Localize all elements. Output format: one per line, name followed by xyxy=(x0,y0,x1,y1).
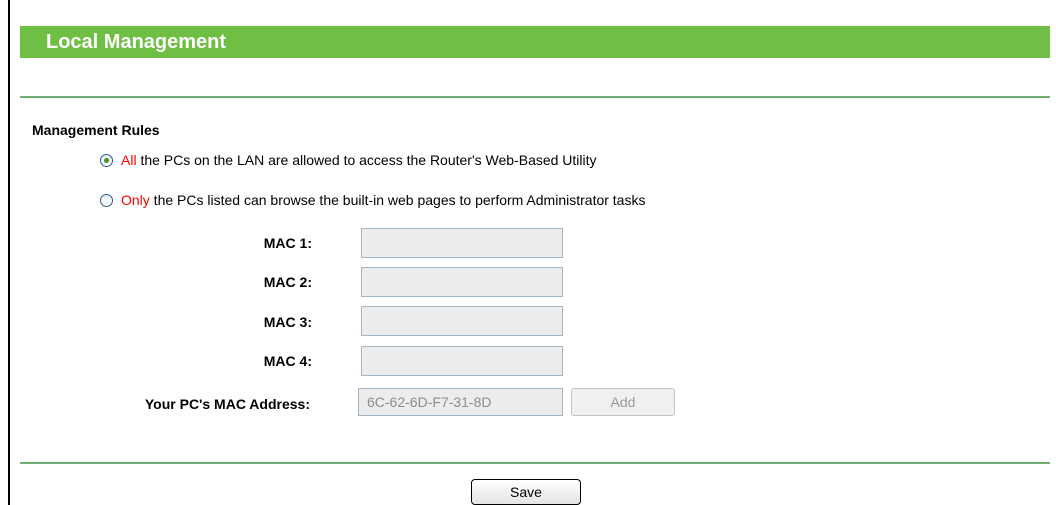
rule-option-only[interactable]: Only the PCs listed can browse the built… xyxy=(100,190,645,210)
save-button[interactable]: Save xyxy=(471,479,581,505)
bottom-divider xyxy=(20,462,1050,464)
page-title: Local Management xyxy=(46,31,227,53)
mac-2-input[interactable] xyxy=(361,267,563,297)
mac-3-label: MAC 3: xyxy=(263,314,312,330)
management-rules-title: Management Rules xyxy=(32,122,160,138)
pc-mac-address-field: 6C-62-6D-F7-31-8D xyxy=(358,388,563,416)
rule-option-all-label: All the PCs on the LAN are allowed to ac… xyxy=(121,151,597,169)
top-divider xyxy=(20,96,1050,98)
mac-4-input[interactable] xyxy=(361,346,563,376)
rule-option-only-label: Only the PCs listed can browse the built… xyxy=(121,191,645,209)
pc-mac-label: Your PC's MAC Address: xyxy=(144,396,310,412)
mac-1-label: MAC 1: xyxy=(263,235,312,251)
mac-4-label: MAC 4: xyxy=(263,353,312,369)
radio-unchecked-icon[interactable] xyxy=(100,193,113,207)
radio-checked-icon[interactable] xyxy=(100,153,113,167)
add-button[interactable]: Add xyxy=(571,388,675,416)
page-header: Local Management xyxy=(20,26,1050,58)
mac-1-input[interactable] xyxy=(361,228,563,258)
rule-option-only-text: the PCs listed can browse the built-in w… xyxy=(149,192,646,208)
rule-option-all-text: the PCs on the LAN are allowed to access… xyxy=(136,152,597,168)
rule-option-all-highlight: All xyxy=(121,152,137,168)
mac-2-label: MAC 2: xyxy=(263,274,312,290)
rule-option-only-highlight: Only xyxy=(121,192,150,208)
mac-3-input[interactable] xyxy=(361,306,563,336)
rule-option-all[interactable]: All the PCs on the LAN are allowed to ac… xyxy=(100,150,597,170)
